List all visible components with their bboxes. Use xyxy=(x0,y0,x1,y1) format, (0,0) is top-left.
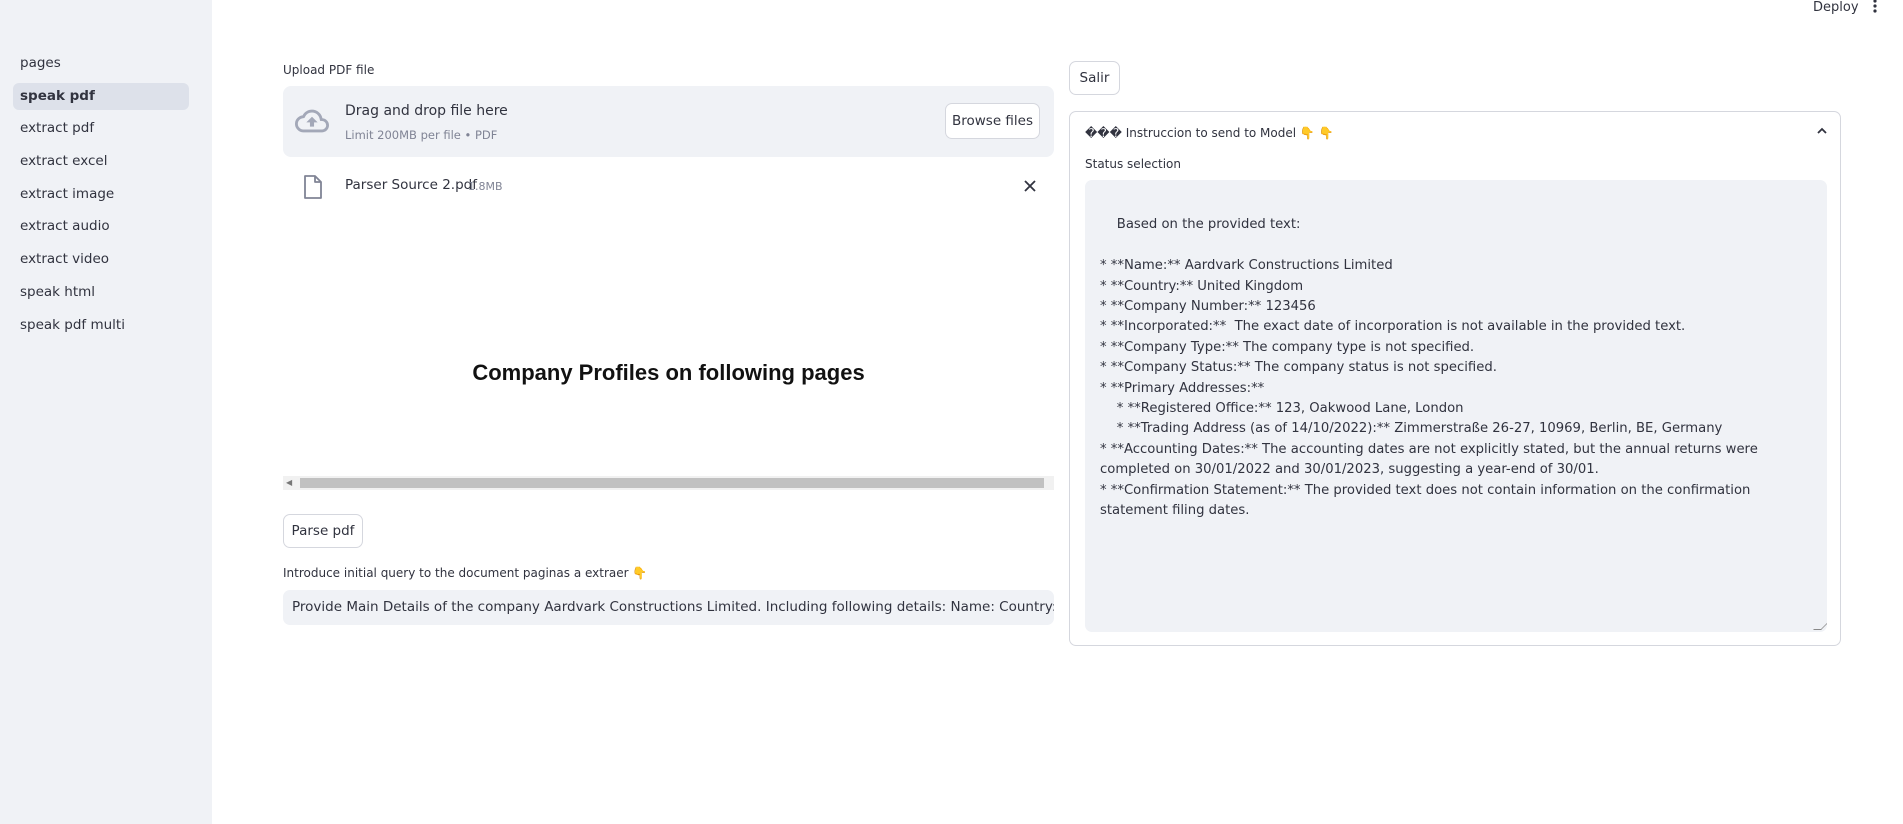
browse-files-button[interactable]: Browse files xyxy=(945,103,1040,139)
instruction-expander: ��� Instruccion to send to Model 👇 👇 Sta… xyxy=(1069,111,1841,646)
sidebar-item-speak-pdf-multi[interactable]: speak pdf multi xyxy=(13,312,189,339)
sidebar-item-pages[interactable]: pages xyxy=(13,50,189,77)
sidebar-nav: pages speak pdf extract pdf extract exce… xyxy=(13,50,189,344)
sidebar: pages speak pdf extract pdf extract exce… xyxy=(0,0,212,824)
response-textarea[interactable]: Based on the provided text: * **Name:** … xyxy=(1085,180,1827,632)
dropzone-title: Drag and drop file here xyxy=(345,103,508,119)
sidebar-item-extract-pdf[interactable]: extract pdf xyxy=(13,115,189,142)
sidebar-item-speak-html[interactable]: speak html xyxy=(13,279,189,306)
chevron-up-icon[interactable] xyxy=(1816,124,1828,140)
response-text: Based on the provided text: * **Name:** … xyxy=(1100,217,1758,519)
sidebar-item-extract-excel[interactable]: extract excel xyxy=(13,148,189,175)
file-size: 1.8MB xyxy=(468,180,503,193)
sidebar-item-extract-video[interactable]: extract video xyxy=(13,246,189,273)
sidebar-item-extract-audio[interactable]: extract audio xyxy=(13,213,189,240)
sidebar-item-extract-image[interactable]: extract image xyxy=(13,181,189,208)
expander-title[interactable]: ��� Instruccion to send to Model 👇 👇 xyxy=(1085,126,1334,140)
file-icon xyxy=(303,175,323,199)
pdf-preview[interactable]: Company Profiles on following pages xyxy=(283,214,1054,494)
pdf-preview-heading: Company Profiles on following pages xyxy=(472,360,865,385)
cloud-upload-icon xyxy=(295,104,329,138)
horizontal-scrollbar[interactable]: ◀ xyxy=(283,476,1054,490)
upload-label: Upload PDF file xyxy=(283,63,375,77)
status-selection-label: Status selection xyxy=(1085,157,1181,171)
dropzone-limit: Limit 200MB per file • PDF xyxy=(345,128,498,142)
query-label: Introduce initial query to the document … xyxy=(283,566,648,580)
more-vert-icon[interactable] xyxy=(1872,0,1880,14)
salir-button[interactable]: Salir xyxy=(1069,61,1120,95)
resize-handle-icon[interactable] xyxy=(1813,622,1827,630)
file-name: Parser Source 2.pdf xyxy=(345,177,477,193)
query-input[interactable]: Provide Main Details of the company Aard… xyxy=(283,590,1054,625)
parse-pdf-button[interactable]: Parse pdf xyxy=(283,514,363,548)
close-icon[interactable] xyxy=(1023,174,1043,198)
scrollbar-thumb[interactable] xyxy=(300,478,1044,488)
sidebar-item-speak-pdf[interactable]: speak pdf xyxy=(13,82,189,110)
deploy-button[interactable]: Deploy xyxy=(1813,0,1859,15)
scroll-left-icon[interactable]: ◀ xyxy=(286,478,292,487)
uploaded-file-row: Parser Source 2.pdf 1.8MB xyxy=(283,172,1054,202)
file-dropzone[interactable]: Drag and drop file here Limit 200MB per … xyxy=(283,86,1054,157)
